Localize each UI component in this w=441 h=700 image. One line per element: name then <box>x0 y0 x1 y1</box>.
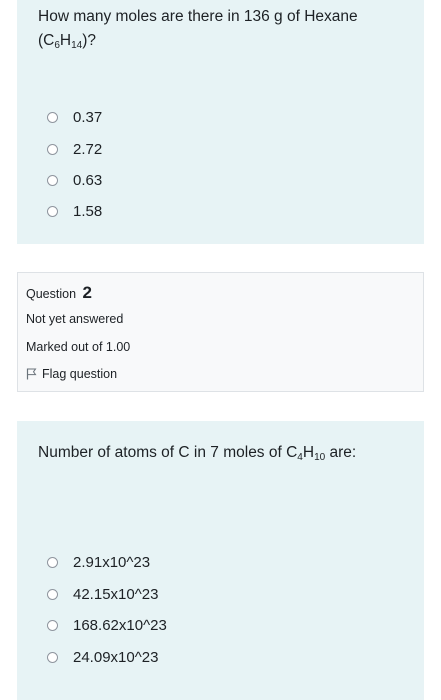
radio-button[interactable] <box>47 588 58 600</box>
answer-option-4[interactable]: 24.09x10^23 <box>47 646 158 668</box>
question-2-panel: Number of atoms of C in 7 moles of C4H10… <box>17 421 424 700</box>
answer-option-3[interactable]: 168.62x10^23 <box>47 614 167 636</box>
radio-button[interactable] <box>47 651 58 663</box>
question-number: Question 2 <box>26 283 92 302</box>
answer-option-4[interactable]: 1.58 <box>47 200 102 222</box>
answer-option-2[interactable]: 2.72 <box>47 138 102 160</box>
answer-option-1[interactable]: 0.37 <box>47 106 102 128</box>
flag-question-link[interactable]: Flag question <box>26 367 117 381</box>
radio-button[interactable] <box>47 619 58 631</box>
radio-button[interactable] <box>47 556 58 568</box>
flag-icon <box>26 368 37 380</box>
radio-button[interactable] <box>47 143 58 155</box>
radio-button[interactable] <box>47 205 58 217</box>
question-info-box: Question 2 Not yet answered Marked out o… <box>17 272 424 392</box>
question-status: Not yet answered <box>26 312 124 326</box>
question-1-panel: How many moles are there in 136 g of Hex… <box>17 0 424 244</box>
radio-button[interactable] <box>47 174 58 186</box>
question-2-text: Number of atoms of C in 7 moles of C4H10… <box>38 444 357 463</box>
answer-option-3[interactable]: 0.63 <box>47 169 102 191</box>
radio-button[interactable] <box>47 111 58 123</box>
question-grade: Marked out of 1.00 <box>26 340 131 354</box>
answer-option-2[interactable]: 42.15x10^23 <box>47 583 158 605</box>
question-1-text: How many moles are there in 136 g of Hex… <box>38 8 358 51</box>
answer-option-1[interactable]: 2.91x10^23 <box>47 551 150 573</box>
